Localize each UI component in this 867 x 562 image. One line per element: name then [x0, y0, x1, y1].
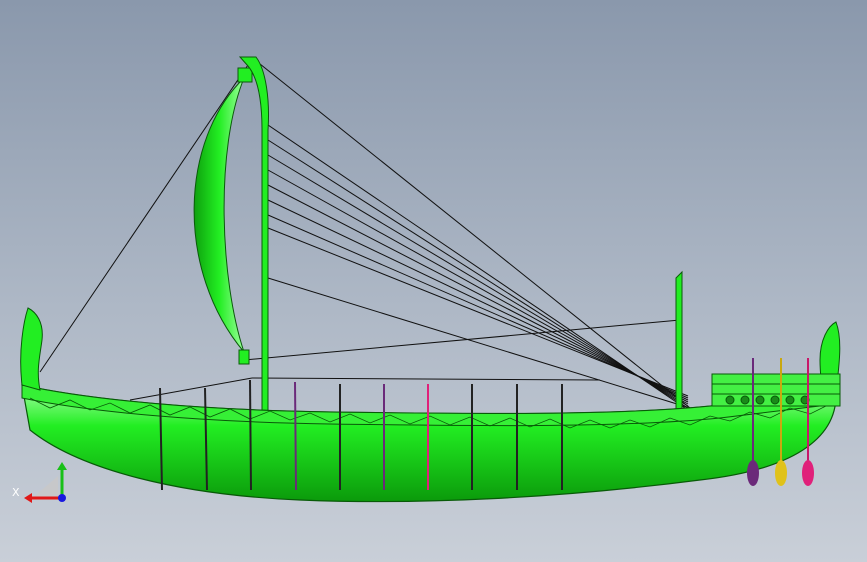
stern-mast: [675, 270, 683, 416]
ship-model-scene[interactable]: [0, 0, 867, 562]
axis-triad: X: [12, 462, 67, 503]
sail: [193, 77, 245, 353]
stern-railing: [711, 373, 841, 407]
triad-plane-icon: [30, 476, 58, 500]
stern-oar-pink: [802, 460, 814, 486]
oar-3: [249, 379, 252, 491]
rigging: [39, 59, 696, 413]
cad-viewport[interactable]: X: [0, 0, 867, 562]
sail-top-yard: [237, 67, 253, 83]
oar-4: [294, 381, 297, 491]
sail-bottom-yard: [238, 349, 250, 365]
stern-oar-yellow: [775, 460, 787, 486]
x-axis-label: X: [12, 486, 20, 499]
z-axis-dot: [58, 494, 66, 502]
bow-prow: [20, 307, 43, 391]
stern-oar-purple: [747, 460, 759, 486]
